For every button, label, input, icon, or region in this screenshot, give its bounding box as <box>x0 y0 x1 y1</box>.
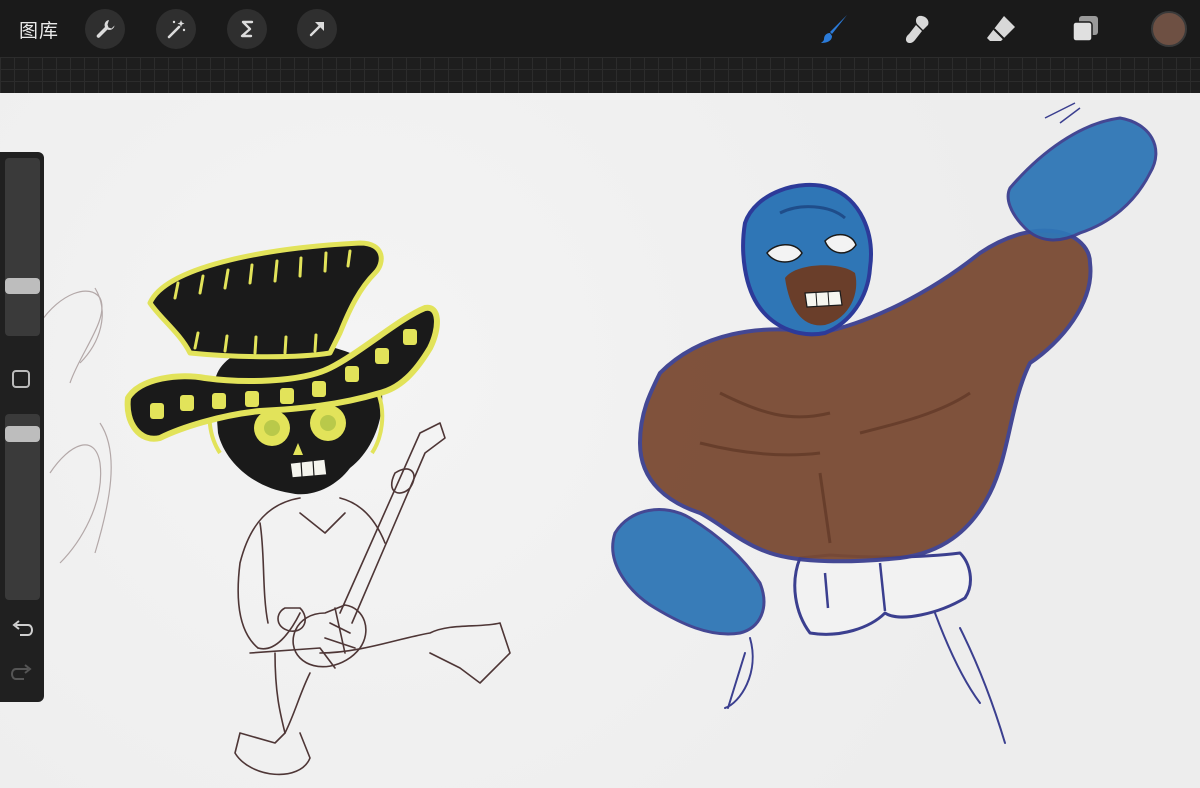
adjustments-button[interactable] <box>156 9 196 49</box>
opacity-slider-handle[interactable] <box>5 425 40 442</box>
luchador-teeth <box>804 290 843 308</box>
magic-wand-icon <box>167 20 186 39</box>
move-arrow-icon <box>309 22 324 37</box>
brush-icon <box>821 15 847 43</box>
drawing-canvas[interactable] <box>0 93 1200 788</box>
smudge-tool-button[interactable] <box>897 8 939 50</box>
color-swatch[interactable] <box>1151 11 1187 47</box>
eraser-tool-button[interactable] <box>980 8 1022 50</box>
gallery-button[interactable]: 图库 <box>19 16 59 43</box>
mariachi-figure <box>124 240 511 776</box>
sombrero-crown <box>147 240 384 360</box>
canvas-ruler-strip <box>0 57 1200 93</box>
luchador-figure <box>611 102 1158 744</box>
layers-button[interactable] <box>1064 8 1106 50</box>
modify-button[interactable] <box>12 370 30 388</box>
brush-size-slider-handle[interactable] <box>5 277 40 294</box>
transform-button[interactable] <box>297 9 337 49</box>
wrench-icon <box>96 20 115 38</box>
redo-icon <box>10 664 32 680</box>
luchador-raised-fist <box>1006 116 1158 242</box>
eraser-icon <box>987 16 1015 41</box>
brush-size-slider[interactable] <box>5 158 40 336</box>
selection-s-icon <box>240 20 254 38</box>
background-sketch <box>39 287 112 564</box>
top-toolbar: 图库 <box>0 0 1200 57</box>
brush-tool-button[interactable] <box>814 8 856 50</box>
actions-button[interactable] <box>85 9 125 49</box>
undo-icon <box>12 620 34 636</box>
redo-button[interactable] <box>10 662 34 684</box>
smudge-icon <box>905 15 929 44</box>
opacity-slider[interactable] <box>5 414 40 600</box>
brush-sidebar <box>0 152 44 702</box>
canvas-artwork <box>39 102 1158 776</box>
undo-button[interactable] <box>10 618 34 640</box>
skull-teeth <box>289 458 328 479</box>
selection-button[interactable] <box>227 9 267 49</box>
layers-icon <box>1072 16 1098 42</box>
